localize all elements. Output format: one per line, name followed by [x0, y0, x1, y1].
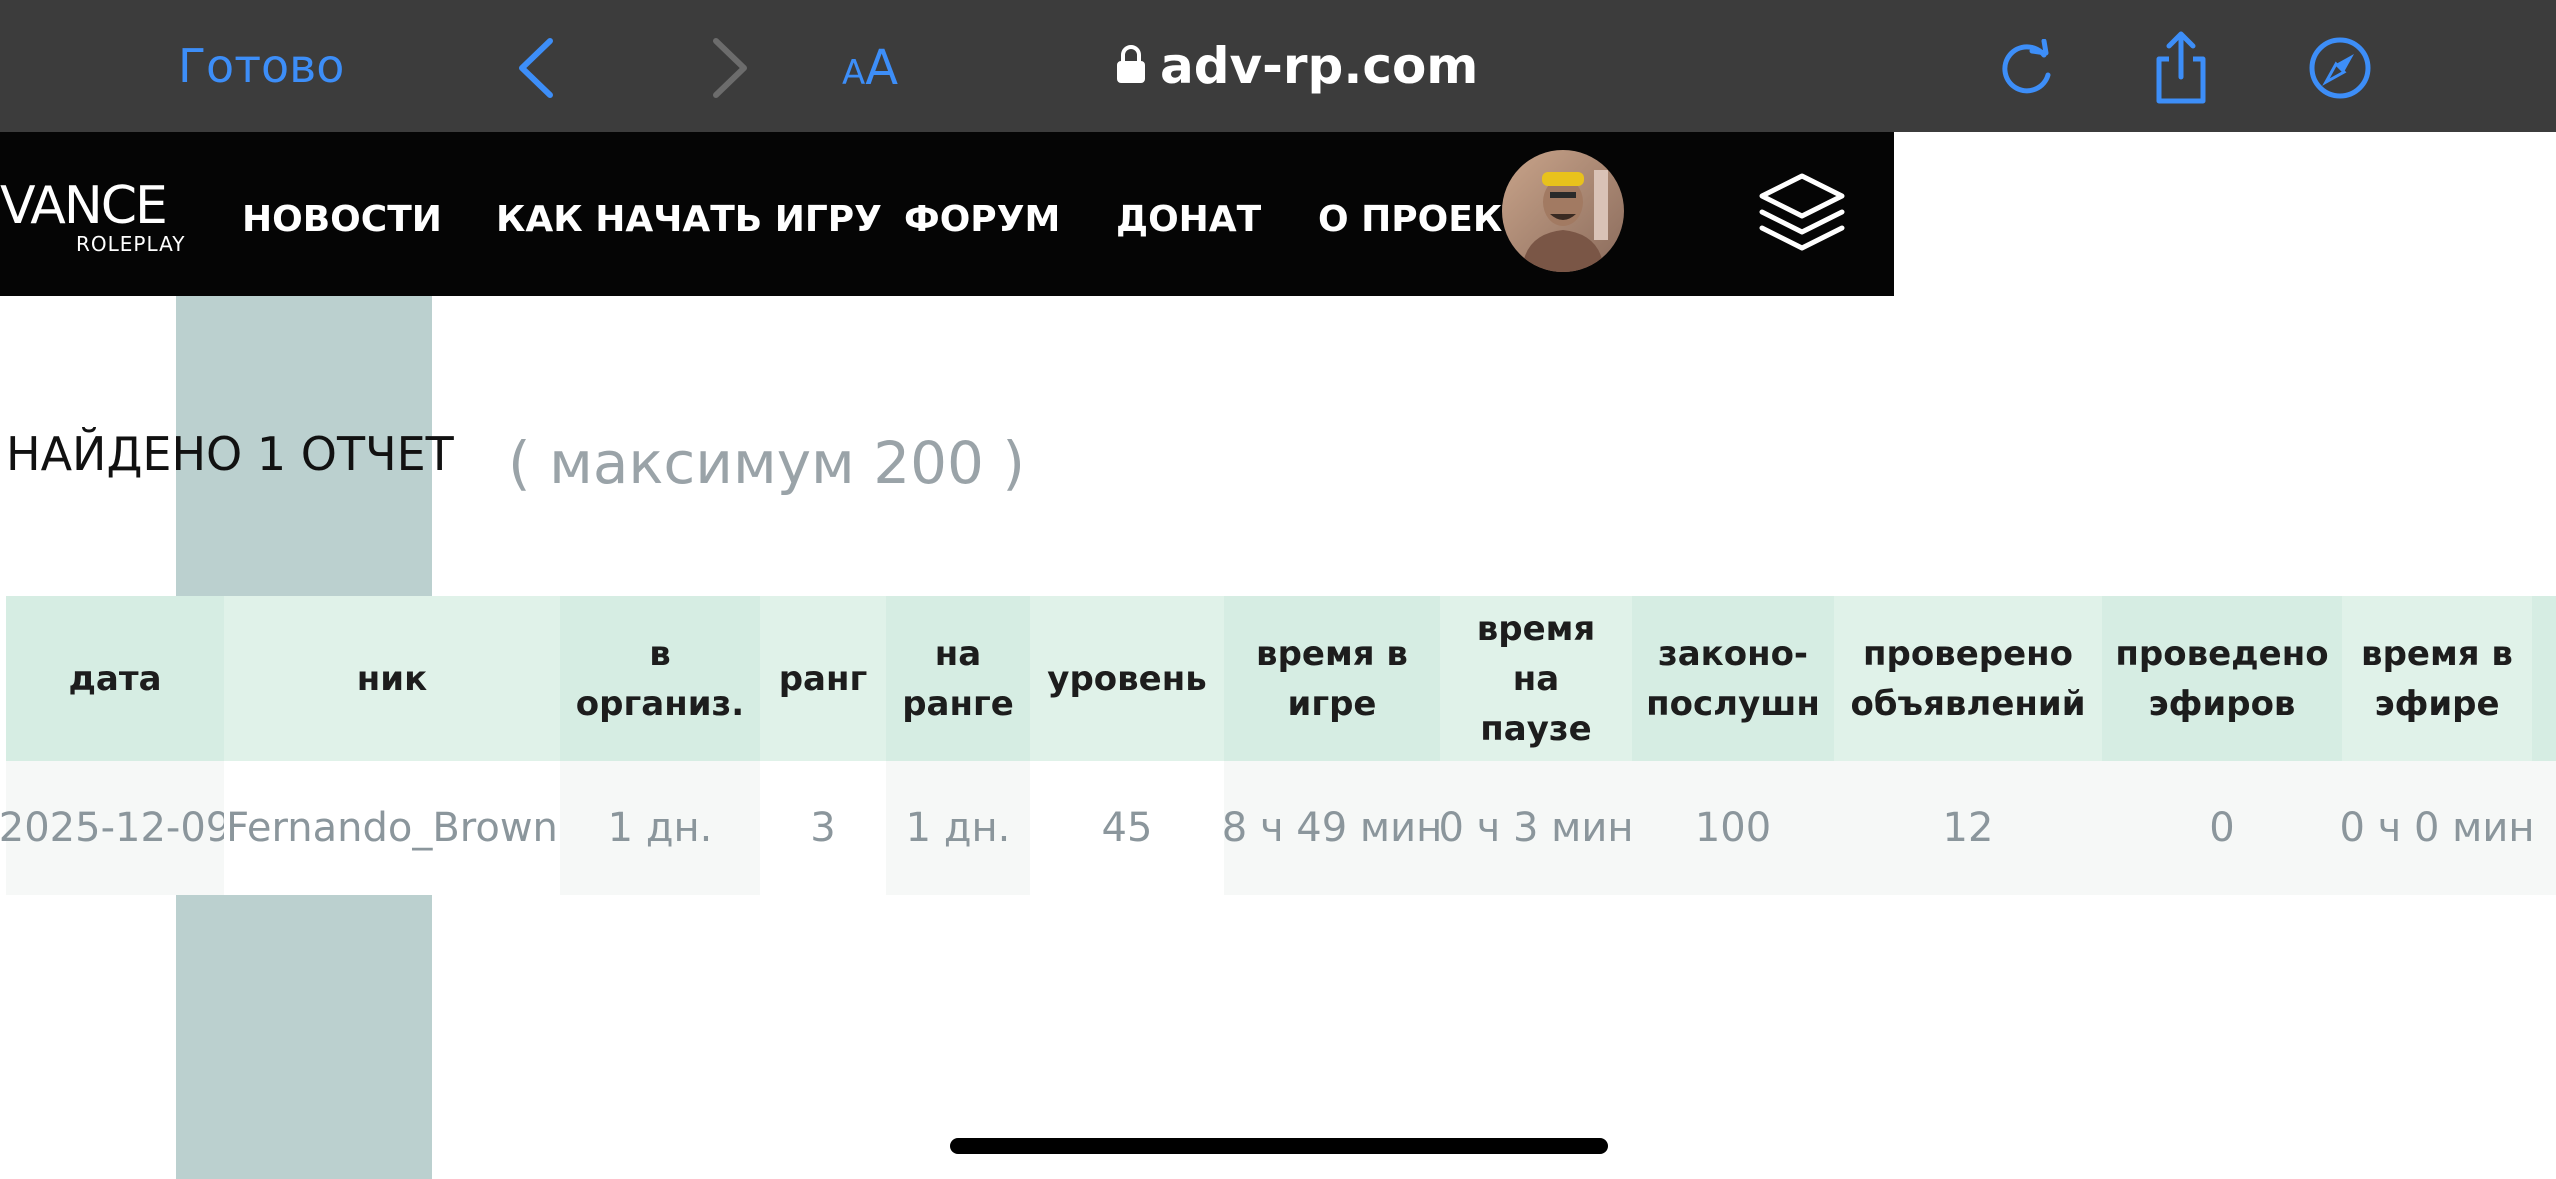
- url-text: adv-rp.com: [1160, 37, 1479, 95]
- back-icon[interactable]: [508, 32, 564, 104]
- report-count-title: НАЙДЕНО 1 ОТЧЕТ: [6, 427, 454, 481]
- nav-item-how-to-start[interactable]: КАК НАЧАТЬ ИГРУ: [496, 198, 882, 242]
- done-button[interactable]: Готово: [178, 36, 344, 96]
- cell-law-abiding: 100: [1632, 761, 1834, 895]
- lock-icon: [1116, 43, 1146, 89]
- site-logo[interactable]: VANCE ROLEPLAY: [0, 176, 184, 256]
- cell-in-org: 1 дн.: [560, 761, 760, 895]
- text-size-small-glyph: A: [842, 53, 866, 93]
- column-header-overflow: [2532, 596, 2556, 761]
- column-header-rank[interactable]: ранг: [760, 596, 886, 761]
- compass-icon[interactable]: [2306, 34, 2374, 102]
- text-size-button[interactable]: AA: [842, 38, 898, 109]
- column-header-air-time[interactable]: время в эфире: [2342, 596, 2532, 761]
- address-bar[interactable]: adv-rp.com: [1116, 34, 1478, 98]
- text-size-big-glyph: A: [865, 40, 899, 96]
- site-navigation: VANCE ROLEPLAY НОВОСТИ КАК НАЧАТЬ ИГРУ Ф…: [0, 132, 1894, 296]
- column-header-date[interactable]: дата: [6, 596, 224, 761]
- cell-level: 45: [1030, 761, 1224, 895]
- column-header-pause-time[interactable]: время на паузе: [1440, 596, 1632, 761]
- column-header-broadcasts[interactable]: проведено эфиров: [2102, 596, 2342, 761]
- nav-item-news[interactable]: НОВОСТИ: [242, 198, 442, 242]
- avatar[interactable]: [1502, 150, 1624, 272]
- nav-item-donate[interactable]: ДОНАТ: [1116, 198, 1261, 242]
- browser-toolbar: Готово AA adv-rp.com: [0, 0, 2556, 132]
- column-header-on-rank[interactable]: на ранге: [886, 596, 1030, 761]
- nav-item-forum[interactable]: ФОРУМ: [904, 198, 1060, 242]
- cell-pause-time: 0 ч 3 мин: [1439, 761, 1634, 895]
- cell-overflow: [2532, 761, 2556, 895]
- logo-main-text: VANCE: [0, 176, 168, 236]
- home-indicator[interactable]: [950, 1138, 1608, 1154]
- reload-icon[interactable]: [1996, 36, 2060, 100]
- column-header-nick[interactable]: ник: [224, 596, 560, 761]
- column-header-ads-checked[interactable]: проверено объявлений: [1834, 596, 2102, 761]
- cell-on-rank: 1 дн.: [886, 761, 1030, 895]
- layers-icon[interactable]: [1756, 168, 1848, 260]
- cell-air-time: 0 ч 0 мин: [2340, 761, 2535, 895]
- cell-time-in-game: 8 ч 49 мин: [1222, 761, 1442, 895]
- report-max-note: ( максимум 200 ): [508, 429, 1026, 497]
- cell-nick: Fernando_Brown: [224, 761, 560, 895]
- column-header-level[interactable]: уровень: [1030, 596, 1224, 761]
- column-header-law-abiding[interactable]: законо- послушн: [1632, 596, 1834, 761]
- cell-rank: 3: [760, 761, 886, 895]
- logo-sub-text: ROLEPLAY: [76, 232, 186, 256]
- column-header-time-in-game[interactable]: время в игре: [1224, 596, 1440, 761]
- forward-icon[interactable]: [702, 32, 758, 104]
- cell-ads-checked: 12: [1834, 761, 2102, 895]
- cell-broadcasts: 0: [2102, 761, 2342, 895]
- cell-date: 2025-12-09: [0, 761, 231, 895]
- share-icon[interactable]: [2148, 30, 2214, 106]
- column-header-in-org[interactable]: в организ.: [560, 596, 760, 761]
